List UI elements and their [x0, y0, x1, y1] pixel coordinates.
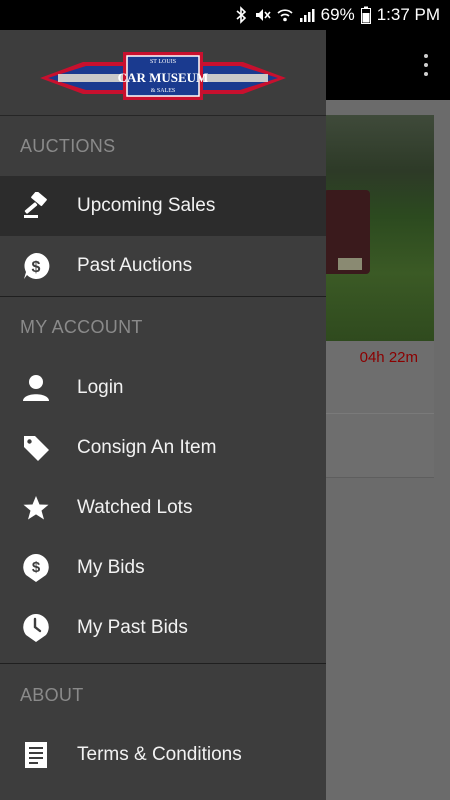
tag-icon [20, 433, 52, 463]
clock-bubble-icon [20, 613, 52, 643]
nav-item-label: My Past Bids [77, 617, 188, 638]
nav-item-label: My Bids [77, 557, 145, 578]
section-my-account: MY ACCOUNT [20, 317, 143, 337]
signal-icon [299, 6, 315, 24]
dollar-bubble-icon: $ [20, 553, 52, 583]
status-time: 1:37 PM [376, 5, 440, 24]
bluetooth-icon [235, 6, 247, 24]
battery-percent: 69% [320, 5, 355, 24]
svg-text:ST LOUIS: ST LOUIS [150, 59, 176, 65]
svg-text:$: $ [32, 559, 41, 576]
nav-item-upcoming-sales[interactable]: Upcoming Sales [0, 176, 326, 236]
nav-item-consign-an-item[interactable]: Consign An Item [0, 418, 326, 478]
drawer-header: ST LOUIS CAR MUSEUM & SALES [0, 30, 326, 116]
nav-item-label: Consign An Item [77, 437, 217, 458]
svg-text:CAR MUSEUM: CAR MUSEUM [118, 70, 209, 85]
wifi-icon [277, 6, 293, 24]
svg-text:& SALES: & SALES [151, 88, 176, 94]
license-plate [338, 258, 362, 270]
mute-icon [253, 6, 271, 24]
nav-item-label: Upcoming Sales [77, 195, 216, 216]
auction-timer: 04h 22m [359, 349, 418, 366]
nav-item-watched-lots[interactable]: Watched Lots [0, 478, 326, 538]
status-bar: 69% 1:37 PM [0, 0, 450, 30]
nav-item-label: Terms & Conditions [77, 744, 242, 765]
gavel-icon [20, 191, 52, 221]
nav-item-my-bids[interactable]: $ My Bids [0, 538, 326, 598]
nav-item-terms-conditions[interactable]: Terms & Conditions [0, 725, 326, 785]
nav-item-past-auctions[interactable]: $ Past Auctions [0, 236, 326, 296]
section-divider [0, 296, 326, 297]
person-icon [20, 373, 52, 403]
car-museum-logo: ST LOUIS CAR MUSEUM & SALES [38, 48, 288, 104]
nav-item-label: Watched Lots [77, 497, 193, 518]
navigation-drawer: ST LOUIS CAR MUSEUM & SALES AUCTIONS Upc… [0, 30, 326, 800]
nav-item-login[interactable]: Login [0, 358, 326, 418]
nav-item-label: Login [77, 377, 124, 398]
battery-icon [360, 6, 371, 24]
section-auctions: AUCTIONS [20, 136, 116, 156]
nav-item-my-past-bids[interactable]: My Past Bids [0, 598, 326, 658]
dollar-bubble-icon: $ [20, 251, 52, 281]
section-divider [0, 663, 326, 664]
svg-text:$: $ [32, 259, 41, 276]
section-about: ABOUT [20, 685, 84, 705]
status-icons: 69% 1:37 PM [235, 0, 440, 30]
document-icon [20, 740, 52, 770]
star-icon [20, 493, 52, 523]
nav-item-label: Past Auctions [77, 255, 193, 276]
overflow-menu-icon[interactable] [416, 52, 436, 78]
